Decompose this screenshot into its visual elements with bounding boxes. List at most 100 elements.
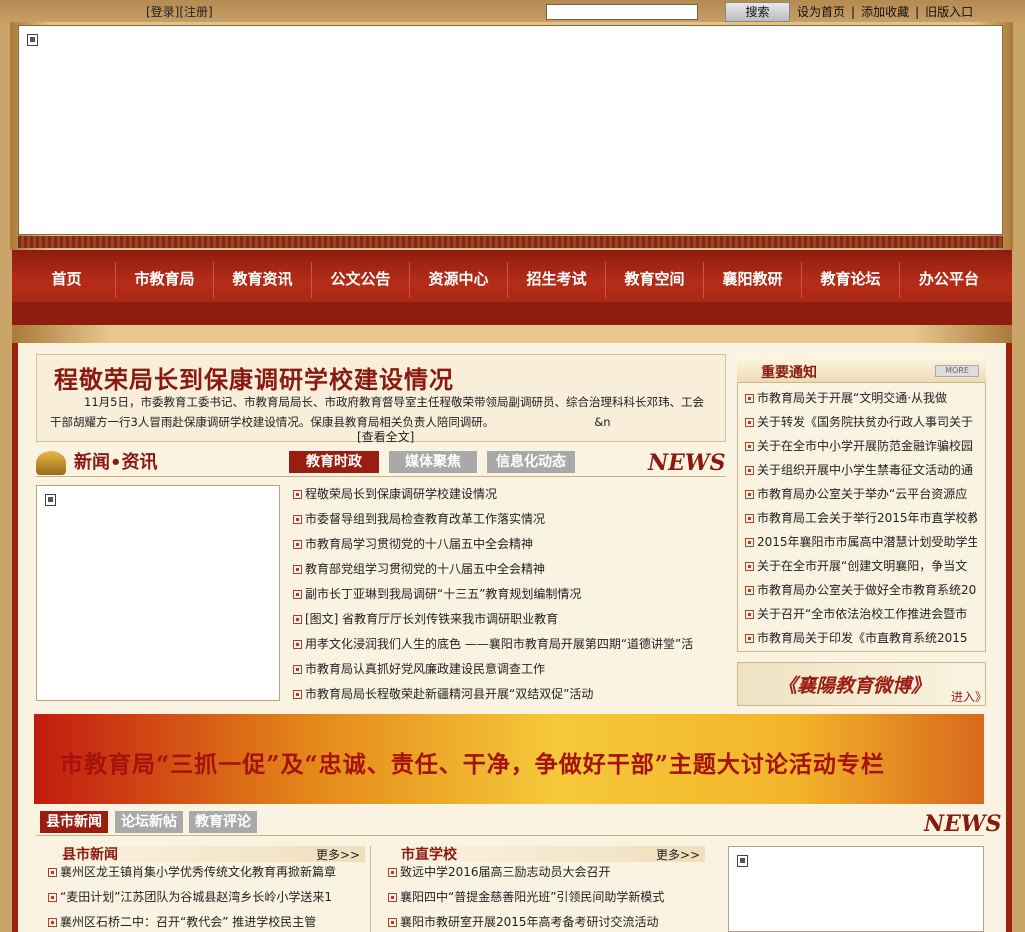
bullet-icon (745, 394, 754, 403)
notice-item[interactable]: 市教育局办公室关于做好全市教育系统20 (745, 578, 977, 602)
notice-item[interactable]: 关于在全市中小学开展防范金融诈骗校园 (745, 434, 977, 458)
login-register: [登录][注册] (146, 3, 213, 20)
list-item-text[interactable]: “麦田计划”江苏团队为谷城县赵湾乡长岭小学送来1 (60, 890, 332, 904)
notice-item[interactable]: 市教育局工会关于举行2015年市直学校教职 (745, 506, 977, 530)
broken-image-icon (27, 34, 38, 46)
nav-resources[interactable]: 资源中心 (410, 262, 508, 298)
list-item[interactable]: [图文] 省教育厅厅长刘传铁来我市调研职业教育 (293, 607, 723, 632)
nav-home[interactable]: 首页 (18, 262, 116, 298)
bullet-icon (388, 868, 397, 877)
list-item[interactable]: 襄阳四中“普提金慈善阳光班”引领民间助学新模式 (388, 885, 708, 910)
list-item[interactable]: 市委督导组到我局检查教育改革工作落实情况 (293, 507, 723, 532)
notice-list: 市教育局关于开展“文明交通·从我做 关于转发《国务院扶贫办行政人事司关于 关于在… (745, 386, 977, 650)
notice-item[interactable]: 市教育局关于开展“文明交通·从我做 (745, 386, 977, 410)
list-item-text[interactable]: 副市长丁亚琳到我局调研“十三五”教育规划编制情况 (305, 587, 581, 601)
list-item-text[interactable]: 襄阳市教研室开展2015年高考备考研讨交流活动 (400, 915, 659, 929)
weibo-enter-link[interactable]: 进入》 (951, 688, 987, 705)
nav-admissions[interactable]: 招生考试 (508, 262, 606, 298)
top-links: 设为首页 | 添加收藏 | 旧版入口 (797, 3, 973, 20)
list-item-text[interactable]: 教育部党组学习贯彻党的十八届五中全会精神 (305, 562, 545, 576)
tab-forum-posts[interactable]: 论坛新帖 (115, 811, 183, 833)
notice-item[interactable]: 关于转发《国务院扶贫办行政人事司关于 (745, 410, 977, 434)
tab-edu-politics[interactable]: 教育时政 (289, 451, 379, 473)
notice-item[interactable]: 2015年襄阳市市属高中潜慧计划受助学生 (745, 530, 977, 554)
notice-item[interactable]: 关于在全市开展“创建文明襄阳，争当文 (745, 554, 977, 578)
search-button[interactable]: 搜索 (725, 2, 790, 22)
nav-city-bureau[interactable]: 市教育局 (116, 262, 214, 298)
nav-research[interactable]: 襄阳教研 (704, 262, 802, 298)
divider (36, 476, 726, 477)
list-item-text[interactable]: 市委督导组到我局检查教育改革工作落实情况 (305, 512, 545, 526)
notice-item-text[interactable]: 关于在全市中小学开展防范金融诈骗校园 (757, 439, 973, 453)
notice-item[interactable]: 关于组织开展中小学生禁毒征文活动的通 (745, 458, 977, 482)
list-item[interactable]: 市教育局局长程敬荣赴新疆精河县开展“双结双促”活动 (293, 682, 723, 707)
nav-edu-news[interactable]: 教育资讯 (214, 262, 312, 298)
bullet-icon (745, 418, 754, 427)
notice-item-text[interactable]: 市教育局关于开展“文明交通·从我做 (757, 391, 947, 405)
nav-announcements[interactable]: 公文公告 (312, 262, 410, 298)
list-item[interactable]: 市教育局学习贯彻党的十八届五中全会精神 (293, 532, 723, 557)
news-section-logo: 新闻•资讯 (36, 448, 158, 475)
notice-item-text[interactable]: 2015年襄阳市市属高中潜慧计划受助学生 (757, 535, 977, 549)
list-item[interactable]: 教育部党组学习贯彻党的十八届五中全会精神 (293, 557, 723, 582)
list-item[interactable]: 程敬荣局长到保康调研学校建设情况 (293, 482, 723, 507)
set-homepage-link[interactable]: 设为首页 (797, 5, 845, 19)
bullet-icon (293, 540, 302, 549)
notice-item-text[interactable]: 市教育局办公室关于举办“云平台资源应 (757, 487, 967, 501)
list-item-text[interactable]: [图文] 省教育厅厅长刘传铁来我市调研职业教育 (305, 612, 558, 626)
special-column-text[interactable]: 市教育局“三抓一促”及“忠诚、责任、干净，争做好干部”主题大讨论活动专栏 (60, 745, 885, 779)
nav-office[interactable]: 办公平台 (900, 262, 998, 298)
notice-item-text[interactable]: 市教育局办公室关于做好全市教育系统20 (757, 583, 976, 597)
list-item-text[interactable]: 程敬荣局长到保康调研学校建设情况 (305, 487, 497, 501)
list-item[interactable]: 用孝文化浸润我们人生的底色 ——襄阳市教育局开展第四期“道德讲堂”活 (293, 632, 723, 657)
notice-item[interactable]: 市教育局关于印发《市直教育系统2015 (745, 626, 977, 650)
bullet-icon (48, 893, 57, 902)
banner-image (18, 25, 1003, 235)
main-nav: 首页 市教育局 教育资讯 公文公告 资源中心 招生考试 教育空间 襄阳教研 教育… (18, 262, 998, 298)
news-word-label: NEWS (648, 450, 726, 476)
notice-item-text[interactable]: 关于召开“全市依法治校工作推进会暨市 (757, 607, 967, 621)
notice-item[interactable]: 市教育局办公室关于举办“云平台资源应 (745, 482, 977, 506)
list-item[interactable]: 市教育局认真抓好党风廉政建设民意调查工作 (293, 657, 723, 682)
bullet-icon (293, 490, 302, 499)
add-favorite-link[interactable]: 添加收藏 (861, 5, 909, 19)
list-item-text[interactable]: 襄州区龙王镇肖集小学优秀传统文化教育再掀新篇章 (60, 865, 336, 879)
weibo-title[interactable]: 《襄陽教育微博》 (778, 671, 930, 698)
notice-more-button[interactable]: MORE (935, 365, 979, 377)
list-item[interactable]: 襄州区石桥二中：召开“教代会” 推进学校民主管 (48, 910, 358, 932)
list-item-text[interactable]: 襄阳四中“普提金慈善阳光班”引领民间助学新模式 (400, 890, 664, 904)
notice-item-text[interactable]: 关于在全市开展“创建文明襄阳，争当文 (757, 559, 967, 573)
notice-item[interactable]: 关于召开“全市依法治校工作推进会暨市 (745, 602, 977, 626)
headline-title[interactable]: 程敬荣局长到保康调研学校建设情况 (54, 360, 454, 395)
list-item-text[interactable]: 市教育局局长程敬荣赴新疆精河县开展“双结双促”活动 (305, 687, 593, 701)
list-item[interactable]: 襄州区龙王镇肖集小学优秀传统文化教育再掀新篇章 (48, 860, 358, 885)
bottom-image[interactable] (728, 846, 984, 932)
list-item[interactable]: “麦田计划”江苏团队为谷城县赵湾乡长岭小学送来1 (48, 885, 358, 910)
search-input[interactable] (546, 4, 698, 20)
list-item-text[interactable]: 市教育局认真抓好党风廉政建设民意调查工作 (305, 662, 545, 676)
list-item-text[interactable]: 市教育局学习贯彻党的十八届五中全会精神 (305, 537, 533, 551)
tab-media-focus[interactable]: 媒体聚焦 (389, 451, 477, 473)
notice-item-text[interactable]: 关于转发《国务院扶贫办行政人事司关于 (757, 415, 973, 429)
tab-edu-review[interactable]: 教育评论 (189, 811, 257, 833)
tab-county-news[interactable]: 县市新闻 (40, 811, 108, 833)
list-item[interactable]: 副市长丁亚琳到我局调研“十三五”教育规划编制情况 (293, 582, 723, 607)
notice-item-text[interactable]: 市教育局工会关于举行2015年市直学校教职 (757, 511, 977, 525)
nav-forum[interactable]: 教育论坛 (802, 262, 900, 298)
list-item-text[interactable]: 襄州区石桥二中：召开“教代会” 推进学校民主管 (60, 915, 316, 929)
bullet-icon (745, 586, 754, 595)
read-more-link[interactable]: [查看全文] (357, 428, 414, 445)
list-item-text[interactable]: 致远中学2016届高三励志动员大会召开 (400, 865, 611, 879)
list-item-text[interactable]: 用孝文化浸润我们人生的底色 ——襄阳市教育局开展第四期“道德讲堂”活 (305, 637, 693, 651)
old-version-link[interactable]: 旧版入口 (925, 5, 973, 19)
notice-item-text[interactable]: 关于组织开展中小学生禁毒征文活动的通 (757, 463, 973, 477)
notice-item-text[interactable]: 市教育局关于印发《市直教育系统2015 (757, 631, 968, 645)
register-link[interactable]: [注册] (179, 5, 212, 19)
nav-edu-space[interactable]: 教育空间 (606, 262, 704, 298)
list-item[interactable]: 致远中学2016届高三励志动员大会召开 (388, 860, 708, 885)
login-link[interactable]: [登录] (146, 5, 179, 19)
separator: | (915, 5, 920, 19)
tab-it-news[interactable]: 信息化动态 (487, 451, 575, 473)
list-item[interactable]: 襄阳市教研室开展2015年高考备考研讨交流活动 (388, 910, 708, 932)
news-image[interactable] (36, 485, 280, 701)
